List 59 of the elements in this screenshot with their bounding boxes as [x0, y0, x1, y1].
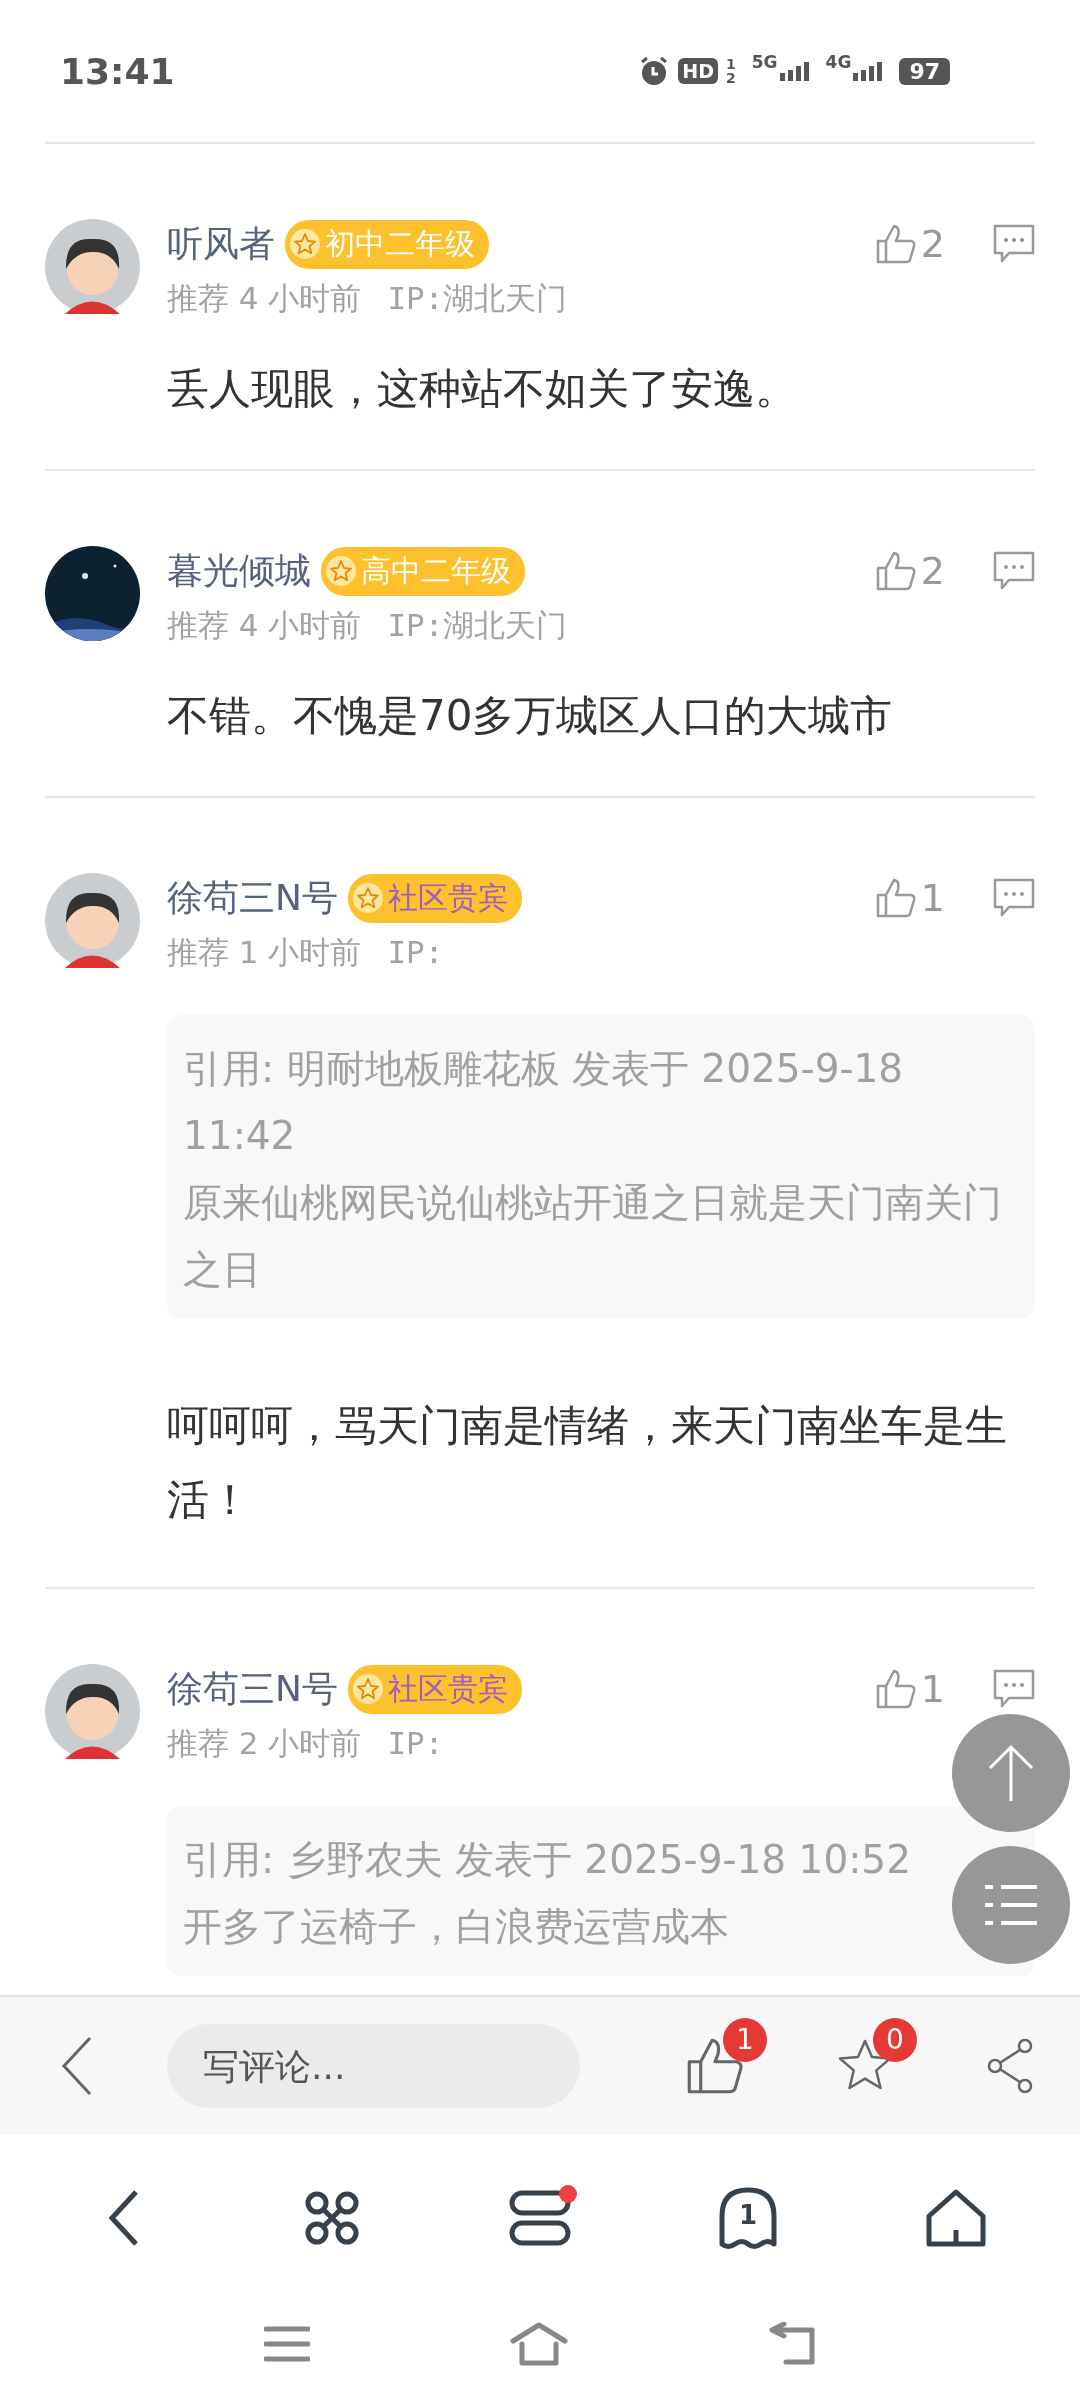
hd-label: HD: [678, 58, 719, 84]
comment-icon[interactable]: [993, 1669, 1035, 1709]
thumbs-up-icon[interactable]: [874, 877, 917, 919]
thumbs-up-icon[interactable]: [874, 1668, 917, 1710]
user-name[interactable]: 徐苟三N号: [167, 1664, 338, 1714]
back-icon[interactable]: [60, 2036, 94, 2096]
comment-text: 不错。不愧是70多万城区人口的大城市: [167, 690, 894, 742]
home-icon[interactable]: [925, 2187, 987, 2248]
share-icon[interactable]: [985, 2036, 1035, 2096]
post-time: 推荐 4 小时前: [167, 279, 362, 318]
badge-label: 社区贵宾: [387, 878, 508, 917]
comment-text: 丢人现眼，这种站不如关了安逸。: [167, 363, 798, 415]
battery-level: 97: [899, 57, 950, 85]
tab-count: 1: [737, 2199, 759, 2230]
ip-location: IP:湖北天门: [387, 279, 568, 318]
signal-icon: [779, 61, 810, 81]
ghost-icon[interactable]: [718, 2185, 778, 2250]
status-time: 13:41: [60, 50, 175, 92]
network-label: 5G: [751, 52, 778, 72]
quote-header: 引用: 乡野农夫 发表于 2025-9-18 10:52: [183, 1836, 911, 1884]
ip-location: IP:: [387, 933, 444, 972]
quote-text: 原来仙桃网民说仙桃站开通之日就是天门南关门之日: [183, 1179, 1003, 1294]
ip-location: IP:湖北天门: [387, 606, 568, 645]
network-label: 4G: [825, 52, 852, 72]
arrow-up-icon: [986, 1743, 1036, 1803]
comment-icon[interactable]: [993, 878, 1035, 918]
signal-icon: [853, 61, 884, 81]
comment-field[interactable]: 写评论...: [167, 2024, 580, 2108]
avatar-icon: [45, 873, 140, 968]
thumbs-up-icon[interactable]: [874, 223, 917, 265]
like-count: 1: [920, 1667, 945, 1711]
post-time: 推荐 2 小时前: [167, 1724, 362, 1763]
like-count: 2: [920, 222, 945, 266]
user-name[interactable]: 听风者: [167, 219, 275, 269]
post-time: 推荐 4 小时前: [167, 606, 362, 645]
user-name[interactable]: 暮光倾城: [167, 546, 311, 596]
comment-icon[interactable]: [993, 224, 1035, 264]
sim-label: 2: [726, 71, 736, 85]
sim-label: 1: [726, 57, 736, 71]
count-badge: 0: [873, 2018, 917, 2062]
avatar-icon: [45, 219, 140, 314]
like-count: 2: [920, 549, 945, 593]
tabs-icon[interactable]: [509, 2188, 571, 2247]
avatar-icon: [45, 1664, 140, 1759]
ip-location: IP:: [387, 1724, 444, 1763]
count-badge: 1: [723, 2018, 767, 2062]
post-time: 推荐 1 小时前: [167, 933, 362, 972]
like-count: 1: [920, 876, 945, 920]
badge-label: 高中二年级: [361, 551, 511, 590]
menu-icon[interactable]: [264, 2325, 310, 2363]
user-name[interactable]: 徐苟三N号: [167, 873, 338, 923]
comment-text: 呵呵呵，骂天门南是情绪，来天门南坐车是生活！: [167, 1400, 1008, 1526]
quote-header: 引用: 明耐地板雕花板 发表于 2025-9-18 11:42: [183, 1045, 905, 1160]
comment-icon[interactable]: [993, 551, 1035, 591]
list-icon: [983, 1883, 1039, 1927]
quote-text: 开多了运椅子，白浪费运营成本: [183, 1903, 729, 1951]
badge-label: 初中二年级: [325, 224, 475, 263]
badge-label: 社区贵宾: [387, 1669, 508, 1708]
thumbs-up-icon[interactable]: [874, 550, 917, 592]
